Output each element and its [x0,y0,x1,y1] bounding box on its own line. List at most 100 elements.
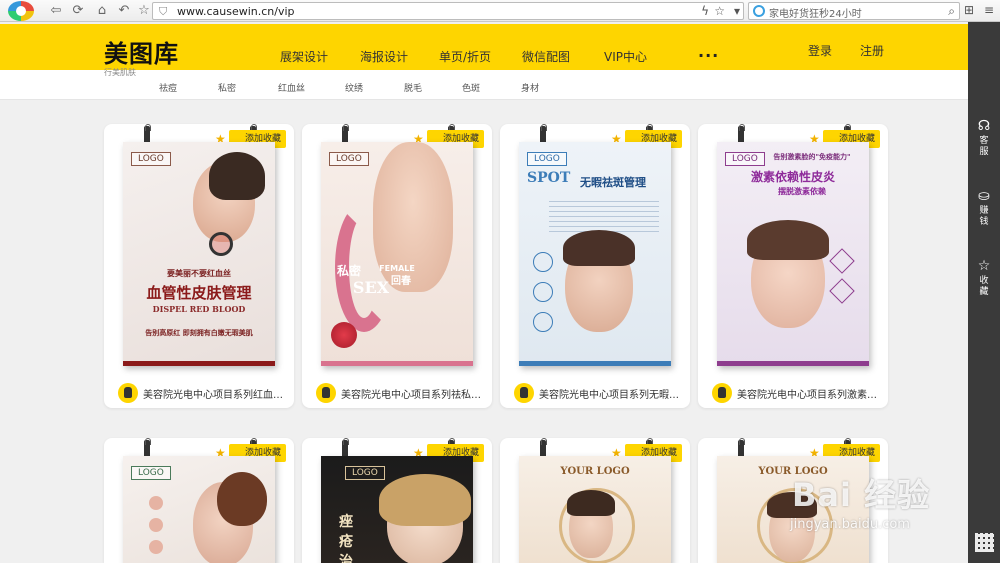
star-icon: ☆ [977,258,991,274]
feature-badge [829,278,855,304]
chevron-down-icon[interactable]: ▾ [734,4,740,18]
poster-image[interactable]: LOGO 私密 FEMALE SEX 回春 [321,142,473,366]
feature-badge [149,496,163,510]
grid-icon[interactable]: ⊞ [964,3,974,17]
site-header: 美图库 展架设计 海报设计 单页/折页 微信配图 VIP中心 ... 登录 注册 [0,24,968,70]
nav-item-flyer[interactable]: 单页/折页 [439,48,491,65]
poster-headline: 痤疮治 [339,514,353,563]
template-card[interactable]: ★ 添加收藏 LOGO 告别激素脸的"免疫能力" 激素依赖性皮炎 摆脱激素依赖 美… [698,124,888,408]
money-bag-icon: ⛀ [978,188,990,204]
card-title[interactable]: 美容院光电中心项目系列激素依赖皮炎海报 [737,386,877,401]
poster-bar [321,361,473,366]
feature-badge [149,518,163,532]
login-link[interactable]: 登录 [808,42,832,59]
side-toolbar: ☊ 客服 ⛀ 赚钱 ☆ 收藏 [968,22,1000,563]
search-placeholder: 家电好货狂秒24小时 [769,9,862,20]
nav-item-poster[interactable]: 海报设计 [360,48,408,65]
lightning-icon[interactable]: ϟ [701,4,709,18]
tag-acne[interactable]: 祛痘 [159,81,177,94]
site-logo[interactable]: 美图库 [104,34,179,69]
card-title[interactable]: 美容院光电中心项目系列祛私密海报 [341,386,481,401]
menu-icon[interactable]: ≡ [984,3,994,17]
feature-badge [533,282,553,302]
poster-bar [519,361,671,366]
poster-body-text [549,198,659,232]
category-subnav: 行美肌肤 祛痘 私密 红血丝 纹绣 脱毛 色斑 身材 [0,68,968,100]
url-text[interactable]: www.causewin.cn/vip [177,5,295,18]
browser-toolbar: ⇦ ⟳ ⌂ ↶ ☆ ⛉ www.causewin.cn/vip ϟ ☆ ▾ 家电… [0,0,1000,22]
search-engine-icon [753,5,765,17]
poster-logo: LOGO [329,152,369,166]
qr-code-icon[interactable] [975,533,994,552]
author-avatar-icon [514,383,534,403]
poster-bar [123,361,275,366]
side-item-earn[interactable]: ⛀ 赚钱 [968,188,1000,228]
tag-body[interactable]: 身材 [521,81,539,94]
template-card[interactable]: ★ 添加收藏 LOGO 私密 FEMALE SEX 回春 美容院光电中心项目系列祛… [302,124,492,408]
back-icon[interactable]: ⇦ [48,3,64,19]
poster-image[interactable]: YOUR LOGO [519,456,671,563]
poster-headline: 激素依赖性皮炎 [750,170,835,184]
poster-tagline: 要美丽不要红血丝 [167,269,231,278]
side-item-label: 客服 [979,136,989,157]
star-icon[interactable]: ☆ [714,4,725,18]
poster-image[interactable]: LOGO 告别激素脸的"免疫能力" 激素依赖性皮炎 摆脱激素依赖 [717,142,869,366]
tag-hair-removal[interactable]: 脱毛 [404,81,422,94]
watermark-url: jingyan.baidu.com [790,517,910,532]
nav-more[interactable]: ... [698,42,719,61]
template-card[interactable]: ★ 添加收藏 LOGO 痤疮治 [302,438,492,563]
template-card[interactable]: ★ 添加收藏 LOGO 要美丽不要红血丝 血管性皮肤管理 DISPEL RED B… [104,124,294,408]
home-icon[interactable]: ⌂ [94,3,110,19]
author-avatar-icon [712,383,732,403]
card-footer: 美容院光电中心项目系列红血丝海报 [104,378,294,408]
card-title[interactable]: 美容院光电中心项目系列无暇祛斑海报 [539,386,679,401]
card-title[interactable]: 美容院光电中心项目系列红血丝海报 [143,386,283,401]
poster-side-text: 回春 [391,276,411,287]
card-footer: 美容院光电中心项目系列无暇祛斑海报 [500,378,690,408]
forward-icon[interactable]: ⟳ [70,3,86,19]
browser-logo-icon[interactable] [8,1,34,21]
feature-badge [533,312,553,332]
side-item-label: 收藏 [979,276,989,297]
nav-item-vip[interactable]: VIP中心 [604,48,647,65]
address-bar[interactable]: ⛉ www.causewin.cn/vip ϟ ☆ ▾ [152,2,744,20]
poster-image[interactable]: LOGO 要美丽不要红血丝 血管性皮肤管理 DISPEL RED BLOOD 告… [123,142,275,366]
poster-tagline: 告别激素脸的"免疫能力" [773,153,851,161]
poster-image[interactable]: LOGO [123,456,275,563]
side-item-favorites[interactable]: ☆ 收藏 [968,258,1000,298]
feature-badge [533,252,553,272]
template-card[interactable]: ★添加收藏 LOGO SPOT 无暇祛斑管理 美容院光电中心项目系列无暇祛斑海报 [500,124,690,408]
tag-red-blood[interactable]: 红血丝 [278,81,305,94]
feature-badge [149,540,163,554]
bookmark-icon[interactable]: ☆ [136,3,152,19]
poster-logo: LOGO [345,466,385,480]
undo-icon[interactable]: ↶ [116,3,132,19]
nav-item-wechat[interactable]: 微信配图 [522,48,570,65]
poster-bar [717,361,869,366]
browser-search-input[interactable]: 家电好货狂秒24小时 ⌕ [748,2,960,20]
tag-tattoo[interactable]: 纹绣 [345,81,363,94]
poster-image[interactable]: LOGO SPOT 无暇祛斑管理 [519,142,671,366]
author-avatar-icon [316,383,336,403]
template-card[interactable]: ★ 添加收藏 LOGO [104,438,294,563]
tag-spots[interactable]: 色斑 [462,81,480,94]
poster-logo: LOGO [527,152,567,166]
model-hair [567,490,615,516]
model-hair [217,472,267,526]
search-icon[interactable]: ⌕ [948,4,955,19]
side-item-service[interactable]: ☊ 客服 [968,118,1000,158]
poster-logo: LOGO [131,152,171,166]
watermark-logo: Bai 经验 [792,476,931,514]
register-link[interactable]: 注册 [860,42,884,59]
model-hair [747,220,829,260]
model-hair [209,152,265,200]
poster-subtitle: DISPEL RED BLOOD [152,304,246,314]
poster-image[interactable]: LOGO 痤疮治 [321,456,473,563]
magnifier-icon [209,232,233,256]
poster-headline: 血管性皮肤管理 [146,284,252,302]
nav-item-display-stand[interactable]: 展架设计 [280,48,328,65]
author-avatar-icon [118,383,138,403]
feature-badge [829,248,855,274]
template-card[interactable]: ★ 添加收藏 YOUR LOGO [500,438,690,563]
tag-private[interactable]: 私密 [218,81,236,94]
